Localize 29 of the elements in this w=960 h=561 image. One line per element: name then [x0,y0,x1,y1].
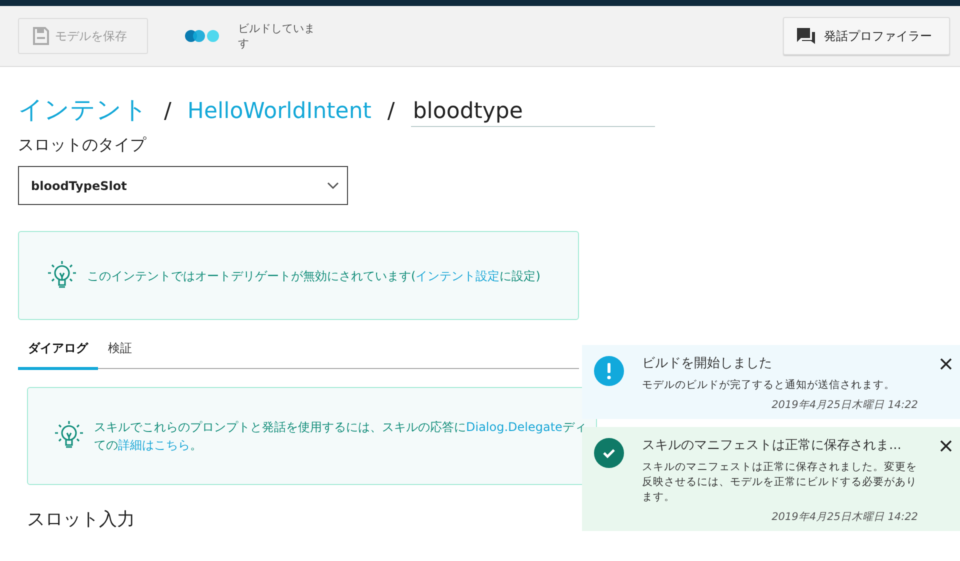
dialog-delegate-notice-text: ての詳細はこちら。 [94,437,202,454]
tab[interactable]: 検証 [98,340,142,370]
toast-title: ビルドを開始しました [642,355,773,372]
toast-message: モデルのビルドが完了すると通知が送信されます。 [642,378,896,393]
autodelegate-notice-text: このインテントではオートデリゲートが無効にされています(インテント設定に設定) [87,268,540,284]
utterance-profiler-button[interactable]: 発話プロファイラー [783,17,950,55]
chevron-down-icon [327,182,339,190]
help-link[interactable]: 詳細はこちら [118,438,190,452]
help-link[interactable]: Dialog.Delegate [466,420,562,434]
toast-title: スキルのマニフェストは正常に保存されま... [642,437,902,454]
toast-timestamp: 2019年4月25日木曜日 14:22 [770,398,918,413]
intent-settings-link[interactable]: インテント設定 [416,268,500,282]
toast-timestamp: 2019年4月25日木曜日 14:22 [770,510,918,525]
build-status-text: ビルドしています [238,21,316,51]
checkmark-icon [594,438,624,468]
tab[interactable]: ダイアログ [18,340,98,370]
breadcrumb-separator: / [387,99,395,124]
breadcrumb-link[interactable]: HelloWorldIntent [187,99,372,124]
toast-message: スキルのマニフェストは正常に保存されました。変更を反映させるには、モデルを正常にビルドする必要があります。 [642,460,918,505]
slot-type-label: スロットのタイプ [18,135,148,156]
breadcrumb-separator: / [164,99,172,124]
dialog-delegate-notice-text: スキルでこれらのプロンプトと発話を使用するには、スキルの応答にDialog.Delegateディ [94,419,586,436]
section-heading: スロット入力 [27,508,135,531]
loading-dots-icon [184,29,220,43]
chat-bubbles-icon [796,27,816,45]
breadcrumb-link[interactable]: インテント [18,93,148,126]
exclamation-icon [594,356,624,386]
slot-name-field[interactable]: bloodtype [410,99,655,127]
slot-type-dropdown[interactable]: bloodTypeSlot [18,166,348,205]
